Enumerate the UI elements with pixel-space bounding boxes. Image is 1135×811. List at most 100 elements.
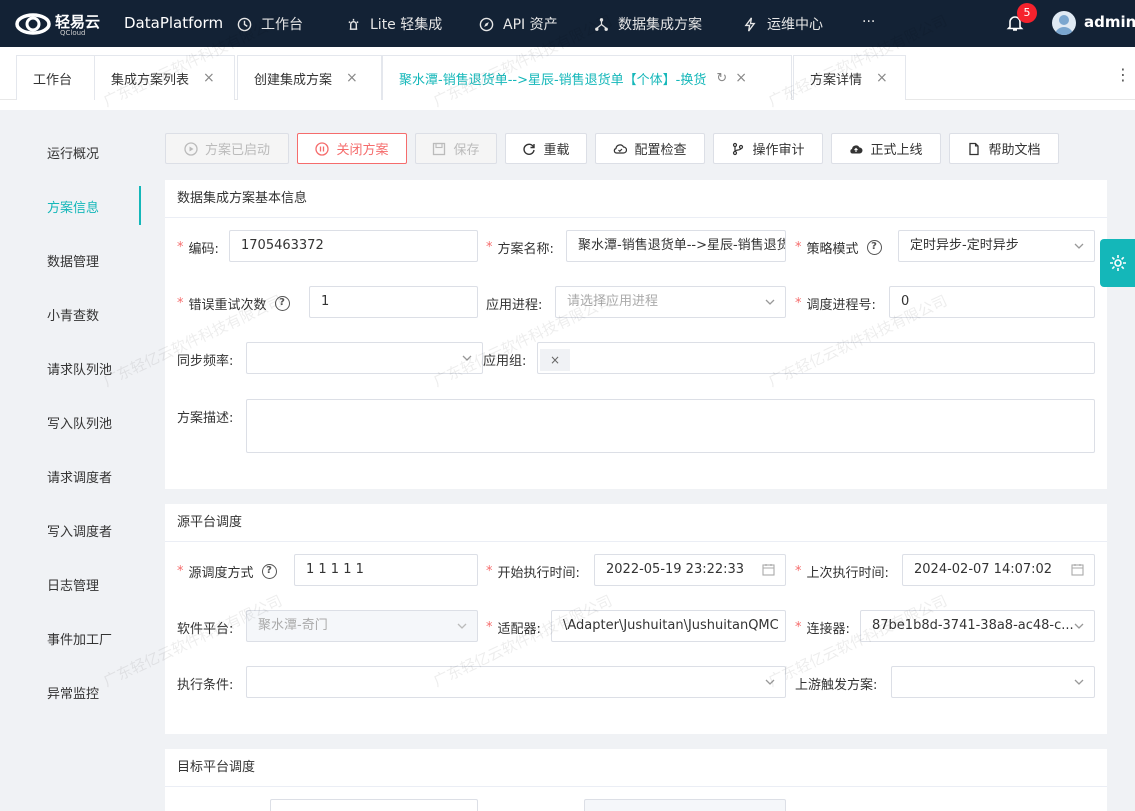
sidebar-item-write-queue[interactable]: 写入队列池	[47, 413, 112, 432]
tab-workbench[interactable]: 工作台	[16, 55, 95, 100]
condition-select[interactable]	[246, 666, 786, 698]
tab-label: 聚水潭-销售退货单-->星辰-销售退货单【个体】-换货	[399, 72, 707, 88]
adapter-input[interactable]: \Adapter\Jushuitan\JushuitanQMC	[551, 610, 786, 642]
close-icon[interactable]: ×	[735, 70, 747, 86]
avatar[interactable]	[1052, 11, 1076, 35]
reload-icon	[523, 143, 536, 155]
logo-subtext: QCloud	[60, 29, 86, 37]
last-time-value: 2024-02-07 14:07:02	[914, 562, 1053, 577]
name-input[interactable]: 聚水潭-销售退货单-->星辰-销售退货单【个体】-换货	[566, 230, 786, 262]
nav-workbench[interactable]: 工作台	[237, 14, 303, 34]
platform-select-value: 聚水潭-奇门	[258, 618, 328, 633]
reload-button[interactable]: 重载	[505, 133, 587, 164]
app-group-tag-close[interactable]: ×	[540, 349, 570, 371]
target-mode-input[interactable]	[270, 799, 478, 811]
sidebar-item-data-management[interactable]: 数据管理	[47, 251, 99, 270]
close-icon[interactable]: ×	[346, 70, 358, 86]
start-time-value: 2022-05-19 23:22:33	[606, 562, 745, 577]
calendar-icon	[762, 564, 775, 576]
nav-lite[interactable]: Lite 轻集成	[346, 14, 442, 34]
sidebar-item-overview[interactable]: 运行概况	[47, 143, 99, 162]
lamp-icon	[348, 18, 359, 30]
last-time-input[interactable]: 2024-02-07 14:07:02	[902, 554, 1095, 586]
sidebar-item-data-query[interactable]: 小青查数	[47, 305, 99, 324]
platform-label: 软件平台:	[177, 622, 234, 637]
tab-current-solution[interactable]: 聚水潭-销售退货单-->星辰-销售退货单【个体】-换货 ↻ ×	[382, 55, 792, 100]
connector-label: * 连接器:	[795, 620, 850, 637]
sidebar-item-request-queue[interactable]: 请求队列池	[47, 359, 112, 378]
go-live-button[interactable]: 正式上线	[831, 133, 941, 164]
strategy-select[interactable]: 定时异步-定时异步	[898, 230, 1095, 262]
target-title: 目标平台调度	[165, 749, 1107, 787]
tab-solution-detail[interactable]: 方案详情 ×	[793, 55, 906, 100]
chevron-down-icon	[765, 299, 775, 305]
settings-float-button[interactable]	[1100, 239, 1135, 287]
tab-label: 工作台	[33, 72, 73, 88]
connector-select[interactable]: 87be1b8d-3741-38a8-ac48-c...	[860, 610, 1095, 642]
sidebar-item-request-scheduler[interactable]: 请求调度者	[47, 467, 112, 486]
retry-input[interactable]: 1	[309, 286, 478, 318]
code-input[interactable]: 1705463372	[229, 230, 478, 262]
sched-no-input[interactable]: 0	[889, 286, 1095, 318]
logo[interactable]	[14, 8, 52, 40]
source-mode-input[interactable]: 1 1 1 1 1	[294, 554, 478, 586]
app-group-select[interactable]	[537, 342, 1095, 374]
upstream-select[interactable]	[891, 666, 1095, 698]
strategy-select-value: 定时异步-定时异步	[910, 238, 1019, 253]
save-button[interactable]: 保存	[415, 133, 497, 164]
started-button[interactable]: 方案已启动	[165, 133, 289, 164]
sched-no-label: * 调度进程号:	[795, 296, 876, 313]
tab-solution-list[interactable]: 集成方案列表 ×	[94, 55, 235, 100]
sidebar-item-write-scheduler[interactable]: 写入调度者	[47, 521, 112, 540]
nav-api-assets[interactable]: API 资产	[479, 14, 558, 34]
tab-label: 方案详情	[810, 72, 863, 88]
app-process-select[interactable]: 请选择应用进程	[555, 286, 786, 318]
tab-label: 创建集成方案	[254, 72, 333, 88]
condition-label: 执行条件:	[177, 678, 234, 693]
help-icon: ?	[866, 240, 882, 255]
source-title: 源平台调度	[165, 504, 1107, 542]
sync-freq-label: 同步频率:	[177, 354, 234, 369]
upstream-label: 上游触发方案:	[795, 678, 878, 693]
app-process-label: 应用进程:	[486, 298, 543, 313]
username[interactable]: admin	[1084, 13, 1135, 31]
sidebar-item-logs[interactable]: 日志管理	[47, 575, 99, 594]
config-check-button[interactable]: 配置检查	[595, 133, 705, 164]
more-vertical-icon[interactable]: ⋮	[1115, 65, 1131, 84]
help-doc-button[interactable]: 帮助文档	[949, 133, 1059, 164]
chevron-down-icon	[1074, 679, 1084, 685]
app-group-label: 应用组:	[483, 354, 527, 369]
start-time-input[interactable]: 2022-05-19 23:22:33	[594, 554, 786, 586]
tab-create-solution[interactable]: 创建集成方案 ×	[237, 55, 382, 100]
close-icon[interactable]: ×	[876, 70, 888, 86]
name-label: * 方案名称:	[486, 240, 554, 257]
bolt-icon	[744, 17, 756, 31]
reload-button-label: 重载	[543, 143, 570, 158]
nav-integration[interactable]: 数据集成方案	[594, 14, 702, 34]
retry-label: * 错误重试次数?	[177, 294, 290, 313]
chevron-down-icon	[1074, 623, 1084, 629]
sidebar-item-solution-info[interactable]: 方案信息	[47, 197, 99, 216]
target-time-input	[584, 799, 786, 811]
pause-circle-icon	[315, 141, 330, 156]
close-solution-button-label: 关闭方案	[336, 143, 389, 158]
tab-bar-spacer	[0, 100, 1135, 110]
chevron-down-icon	[1074, 243, 1084, 249]
play-circle-icon	[184, 141, 198, 156]
chevron-down-icon	[462, 355, 472, 361]
nav-more[interactable]: ···	[862, 14, 875, 30]
save-icon	[433, 142, 446, 155]
sync-freq-select[interactable]	[246, 342, 483, 374]
nav-api-assets-label: API 资产	[503, 17, 558, 33]
share-icon	[595, 17, 608, 31]
desc-textarea[interactable]	[246, 399, 1095, 453]
audit-button[interactable]: 操作审计	[713, 133, 823, 164]
nav-more-label: ···	[862, 14, 876, 30]
cloud-upload-icon	[850, 144, 863, 153]
sidebar-item-exception-monitor[interactable]: 异常监控	[47, 683, 99, 702]
nav-ops[interactable]: 运维中心	[743, 14, 823, 34]
refresh-icon[interactable]: ↻	[716, 71, 727, 86]
close-solution-button[interactable]: 关闭方案	[297, 133, 407, 164]
close-icon[interactable]: ×	[203, 70, 215, 86]
sidebar-item-event-factory[interactable]: 事件加工厂	[47, 629, 112, 648]
